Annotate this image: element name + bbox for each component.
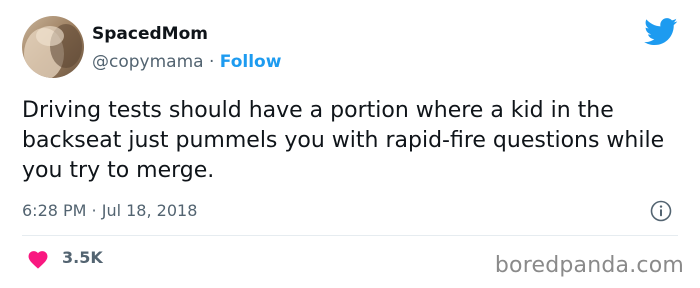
heart-glyph — [28, 251, 48, 269]
twitter-bird-icon[interactable] — [644, 18, 678, 46]
info-glyph — [650, 200, 672, 222]
tweet-timestamp[interactable]: 6:28 PM · Jul 18, 2018 — [22, 201, 197, 221]
follow-link[interactable]: Follow — [220, 52, 282, 72]
tweet-text: Driving tests should have a portion wher… — [22, 98, 665, 183]
divider — [22, 235, 678, 236]
author-display-name[interactable]: SpacedMom — [92, 24, 208, 44]
separator-dot: · — [208, 52, 220, 72]
watermark: boredpanda.com — [494, 253, 684, 278]
heart-icon[interactable] — [27, 249, 49, 269]
info-icon[interactable] — [650, 200, 672, 222]
tweet-card: SpacedMom @copymama · Follow Driving tes… — [0, 0, 700, 288]
like-count: 3.5K — [62, 248, 103, 267]
avatar-image — [22, 16, 84, 78]
avatar[interactable] — [22, 16, 84, 78]
twitter-bird-glyph — [644, 18, 678, 46]
author-handle[interactable]: @copymama — [92, 52, 204, 72]
author-handle-row: @copymama · Follow — [92, 52, 281, 72]
